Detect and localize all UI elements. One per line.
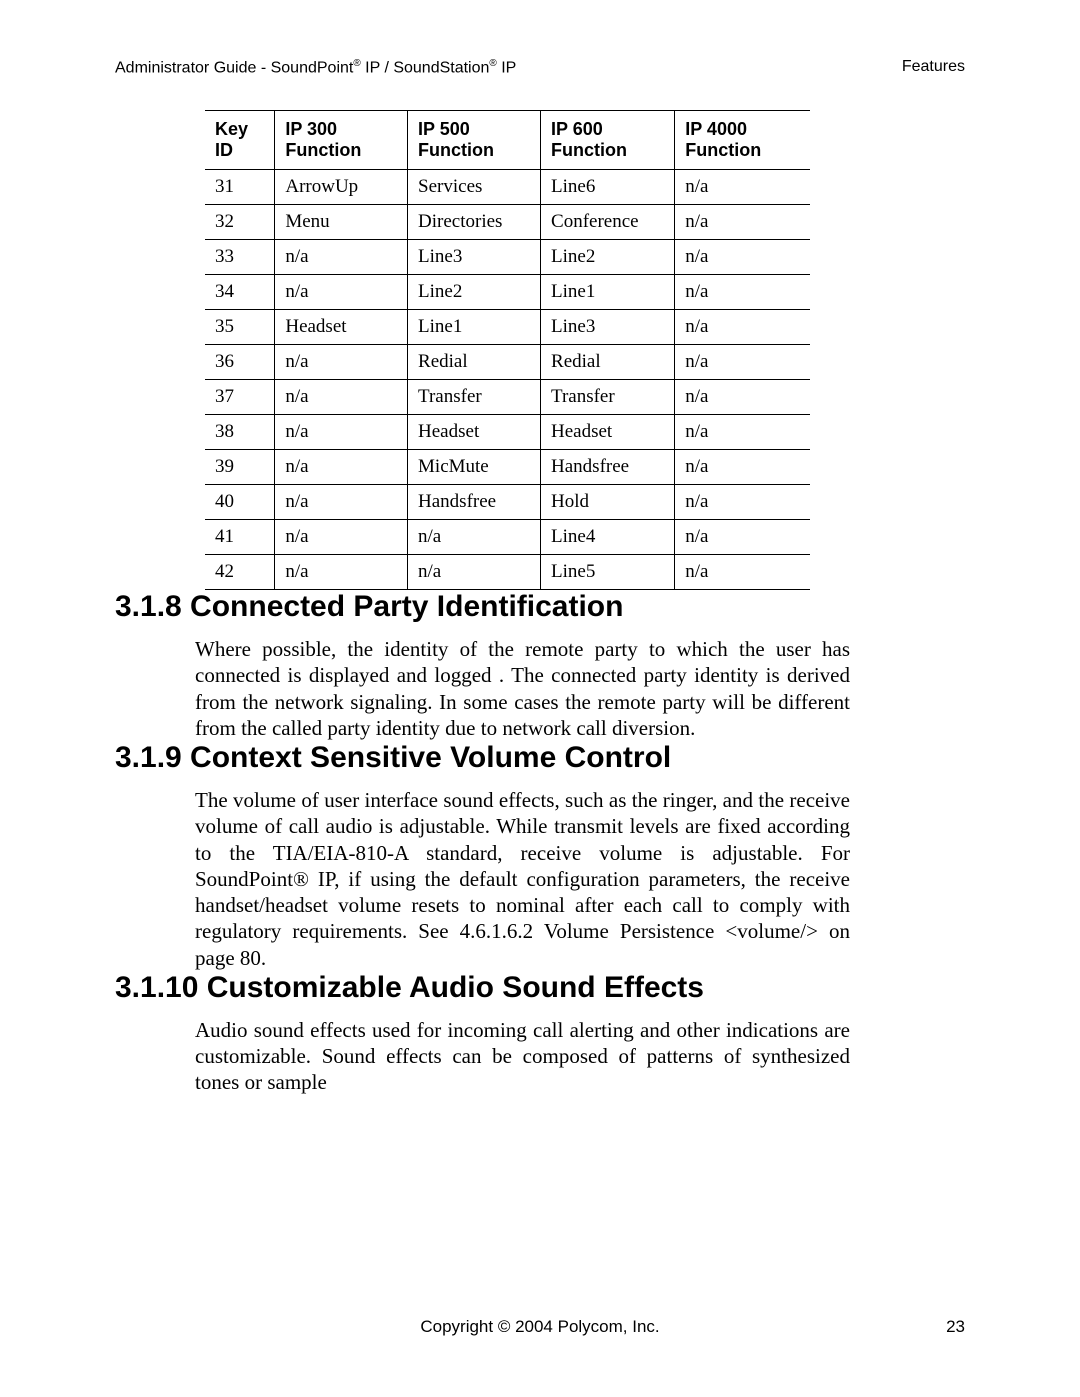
table-row: 36n/aRedialRedialn/a	[205, 345, 810, 380]
section-heading-318: 3.1.8 Connected Party Identification	[0, 590, 1080, 624]
section-body-319: The volume of user interface sound effec…	[0, 787, 1080, 971]
section-heading-319: 3.1.9 Context Sensitive Volume Control	[0, 741, 1080, 775]
registered-mark: ®	[489, 58, 496, 69]
table-row: 32MenuDirectoriesConferencen/a	[205, 205, 810, 240]
col-key-id: Key ID	[205, 111, 275, 170]
header-left-part1: Administrator Guide - SoundPoint	[115, 59, 353, 76]
table-row: 33n/aLine3Line2n/a	[205, 240, 810, 275]
table-row: 40n/aHandsfreeHoldn/a	[205, 485, 810, 520]
page: Administrator Guide - SoundPoint® IP / S…	[0, 0, 1080, 1397]
table-row: 35HeadsetLine1Line3n/a	[205, 310, 810, 345]
table-row: 34n/aLine2Line1n/a	[205, 275, 810, 310]
registered-mark: ®	[353, 58, 360, 69]
table-row: 42n/an/aLine5n/a	[205, 555, 810, 590]
col-ip300: IP 300 Function	[275, 111, 408, 170]
section-body-318: Where possible, the identity of the remo…	[0, 636, 1080, 741]
header-right: Features	[902, 58, 965, 77]
header-left-part3: IP	[497, 59, 517, 76]
table-row: 37n/aTransferTransfern/a	[205, 380, 810, 415]
page-footer: Copyright © 2004 Polycom, Inc. 23	[115, 1317, 965, 1337]
content: Key ID IP 300 Function IP 500 Function I…	[0, 110, 1080, 1096]
table-header-row: Key ID IP 300 Function IP 500 Function I…	[205, 111, 810, 170]
table-row: 38n/aHeadsetHeadsetn/a	[205, 415, 810, 450]
header-left: Administrator Guide - SoundPoint® IP / S…	[115, 58, 516, 77]
table-row: 31ArrowUpServicesLine6n/a	[205, 170, 810, 205]
section-body-3110: Audio sound effects used for incoming ca…	[0, 1017, 1080, 1096]
col-ip500: IP 500 Function	[408, 111, 541, 170]
col-ip4000: IP 4000 Function	[675, 111, 810, 170]
header-left-part2: IP / SoundStation	[361, 59, 490, 76]
col-ip600: IP 600 Function	[541, 111, 675, 170]
table-row: 39n/aMicMuteHandsfreen/a	[205, 450, 810, 485]
section-heading-3110: 3.1.10 Customizable Audio Sound Effects	[0, 971, 1080, 1005]
key-function-table: Key ID IP 300 Function IP 500 Function I…	[205, 110, 810, 590]
page-header: Administrator Guide - SoundPoint® IP / S…	[115, 58, 965, 77]
table-body: 31ArrowUpServicesLine6n/a 32MenuDirector…	[205, 170, 810, 590]
footer-copyright: Copyright © 2004 Polycom, Inc.	[115, 1317, 965, 1337]
table-row: 41n/an/aLine4n/a	[205, 520, 810, 555]
